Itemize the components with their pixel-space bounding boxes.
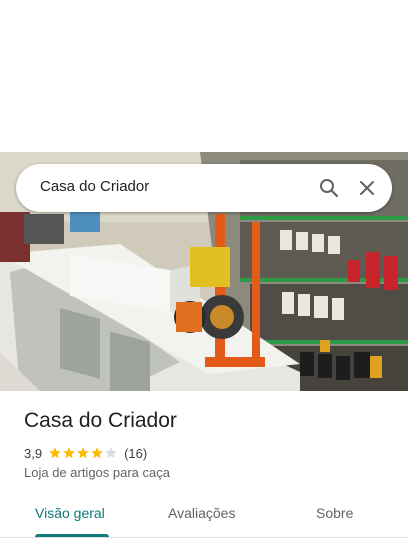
tab-about[interactable]: Sobre <box>316 505 353 521</box>
star-icon <box>49 447 61 459</box>
search-input[interactable]: Casa do Criador <box>40 178 149 195</box>
search-icon[interactable] <box>317 176 341 200</box>
tab-reviews[interactable]: Avaliações <box>168 505 235 521</box>
place-category: Loja de artigos para caça <box>24 465 170 480</box>
rating-row[interactable]: 3,9 (16) <box>24 444 147 462</box>
review-count[interactable]: (16) <box>124 446 147 461</box>
star-icon <box>63 447 75 459</box>
star-rating <box>48 446 118 460</box>
rating-value: 3,9 <box>24 445 43 461</box>
map-blank-area <box>0 0 408 152</box>
star-icon <box>77 447 89 459</box>
place-tabs: Visão geral Avaliações Sobre <box>0 494 408 538</box>
star-icon <box>105 447 117 459</box>
tabs-divider <box>0 537 408 538</box>
star-icon <box>91 447 103 459</box>
place-title: Casa do Criador <box>24 409 177 432</box>
close-icon[interactable] <box>355 176 379 200</box>
search-bar[interactable]: Casa do Criador <box>16 164 392 212</box>
tab-overview[interactable]: Visão geral <box>35 505 105 521</box>
